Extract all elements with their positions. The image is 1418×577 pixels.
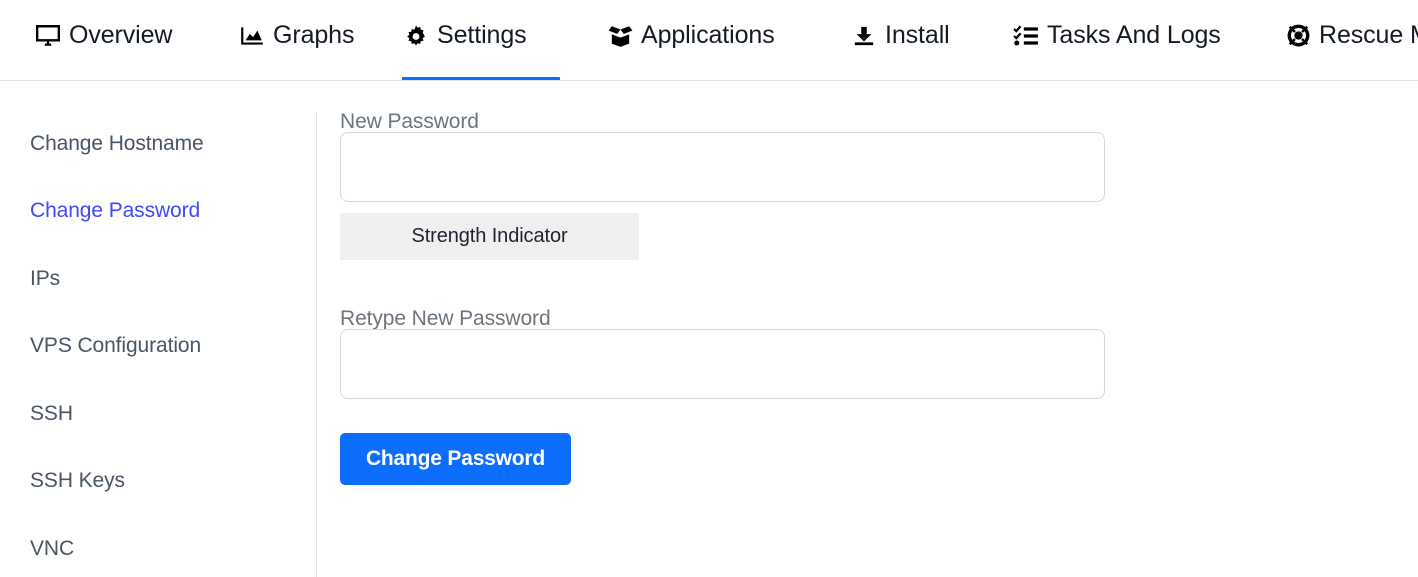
area-chart-icon xyxy=(238,19,266,52)
nav-item-graphs[interactable]: Graphs xyxy=(238,19,355,80)
nav-item-tasks-and-logs[interactable]: Tasks And Logs xyxy=(1012,19,1221,80)
gear-icon xyxy=(402,19,430,52)
life-ring-icon xyxy=(1284,19,1312,52)
sidebar-item-change-password[interactable]: Change Password xyxy=(30,198,200,224)
download-icon xyxy=(850,19,878,52)
monitor-icon xyxy=(34,19,62,52)
nav-item-rescue-mode[interactable]: Rescue Mode xyxy=(1284,19,1418,80)
change-password-button[interactable]: Change Password xyxy=(340,433,571,485)
sidebar-item-ssh-keys[interactable]: SSH Keys xyxy=(30,468,125,494)
nav-label: Overview xyxy=(69,21,173,49)
nav-label: Install xyxy=(885,21,950,49)
nav-label: Applications xyxy=(641,21,775,49)
nav-label: Rescue Mode xyxy=(1319,21,1418,49)
sidebar-item-vps-configuration[interactable]: VPS Configuration xyxy=(30,333,201,359)
sidebar-item-label: Change Hostname xyxy=(30,132,204,155)
nav-item-install[interactable]: Install xyxy=(850,19,950,80)
sidebar-item-ips[interactable]: IPs xyxy=(30,266,60,292)
checklist-icon xyxy=(1012,19,1040,52)
sidebar-item-change-hostname[interactable]: Change Hostname xyxy=(30,131,204,157)
nav-item-applications[interactable]: Applications xyxy=(606,19,775,80)
sidebar-item-label: SSH Keys xyxy=(30,469,125,492)
nav-label: Tasks And Logs xyxy=(1047,21,1221,49)
sidebar-item-vnc[interactable]: VNC xyxy=(30,536,74,562)
sidebar-item-label: SSH xyxy=(30,402,73,425)
new-password-input[interactable] xyxy=(340,132,1105,202)
password-strength-indicator: Strength Indicator xyxy=(340,213,639,260)
nav-label: Graphs xyxy=(273,21,355,49)
nav-item-settings[interactable]: Settings xyxy=(402,19,560,80)
sidebar-item-ssh[interactable]: SSH xyxy=(30,401,73,427)
password-strength-label: Strength Indicator xyxy=(411,225,568,247)
retype-password-input[interactable] xyxy=(340,329,1105,399)
sidebar-item-label: VPS Configuration xyxy=(30,334,202,357)
change-password-form: New Password Strength Indicator Retype N… xyxy=(317,81,1418,577)
top-navigation-bar: Overview Graphs Settings Applications In… xyxy=(0,0,1418,81)
nav-item-overview[interactable]: Overview xyxy=(34,19,173,80)
sidebar-item-label: Change Password xyxy=(30,199,201,222)
sidebar-item-label: IPs xyxy=(30,267,61,290)
content-area: Change Hostname Change Password IPs VPS … xyxy=(0,81,1418,577)
settings-sidebar: Change Hostname Change Password IPs VPS … xyxy=(0,112,317,577)
box-open-icon xyxy=(606,19,634,52)
nav-label: Settings xyxy=(437,21,527,49)
sidebar-item-label: VNC xyxy=(30,537,75,560)
